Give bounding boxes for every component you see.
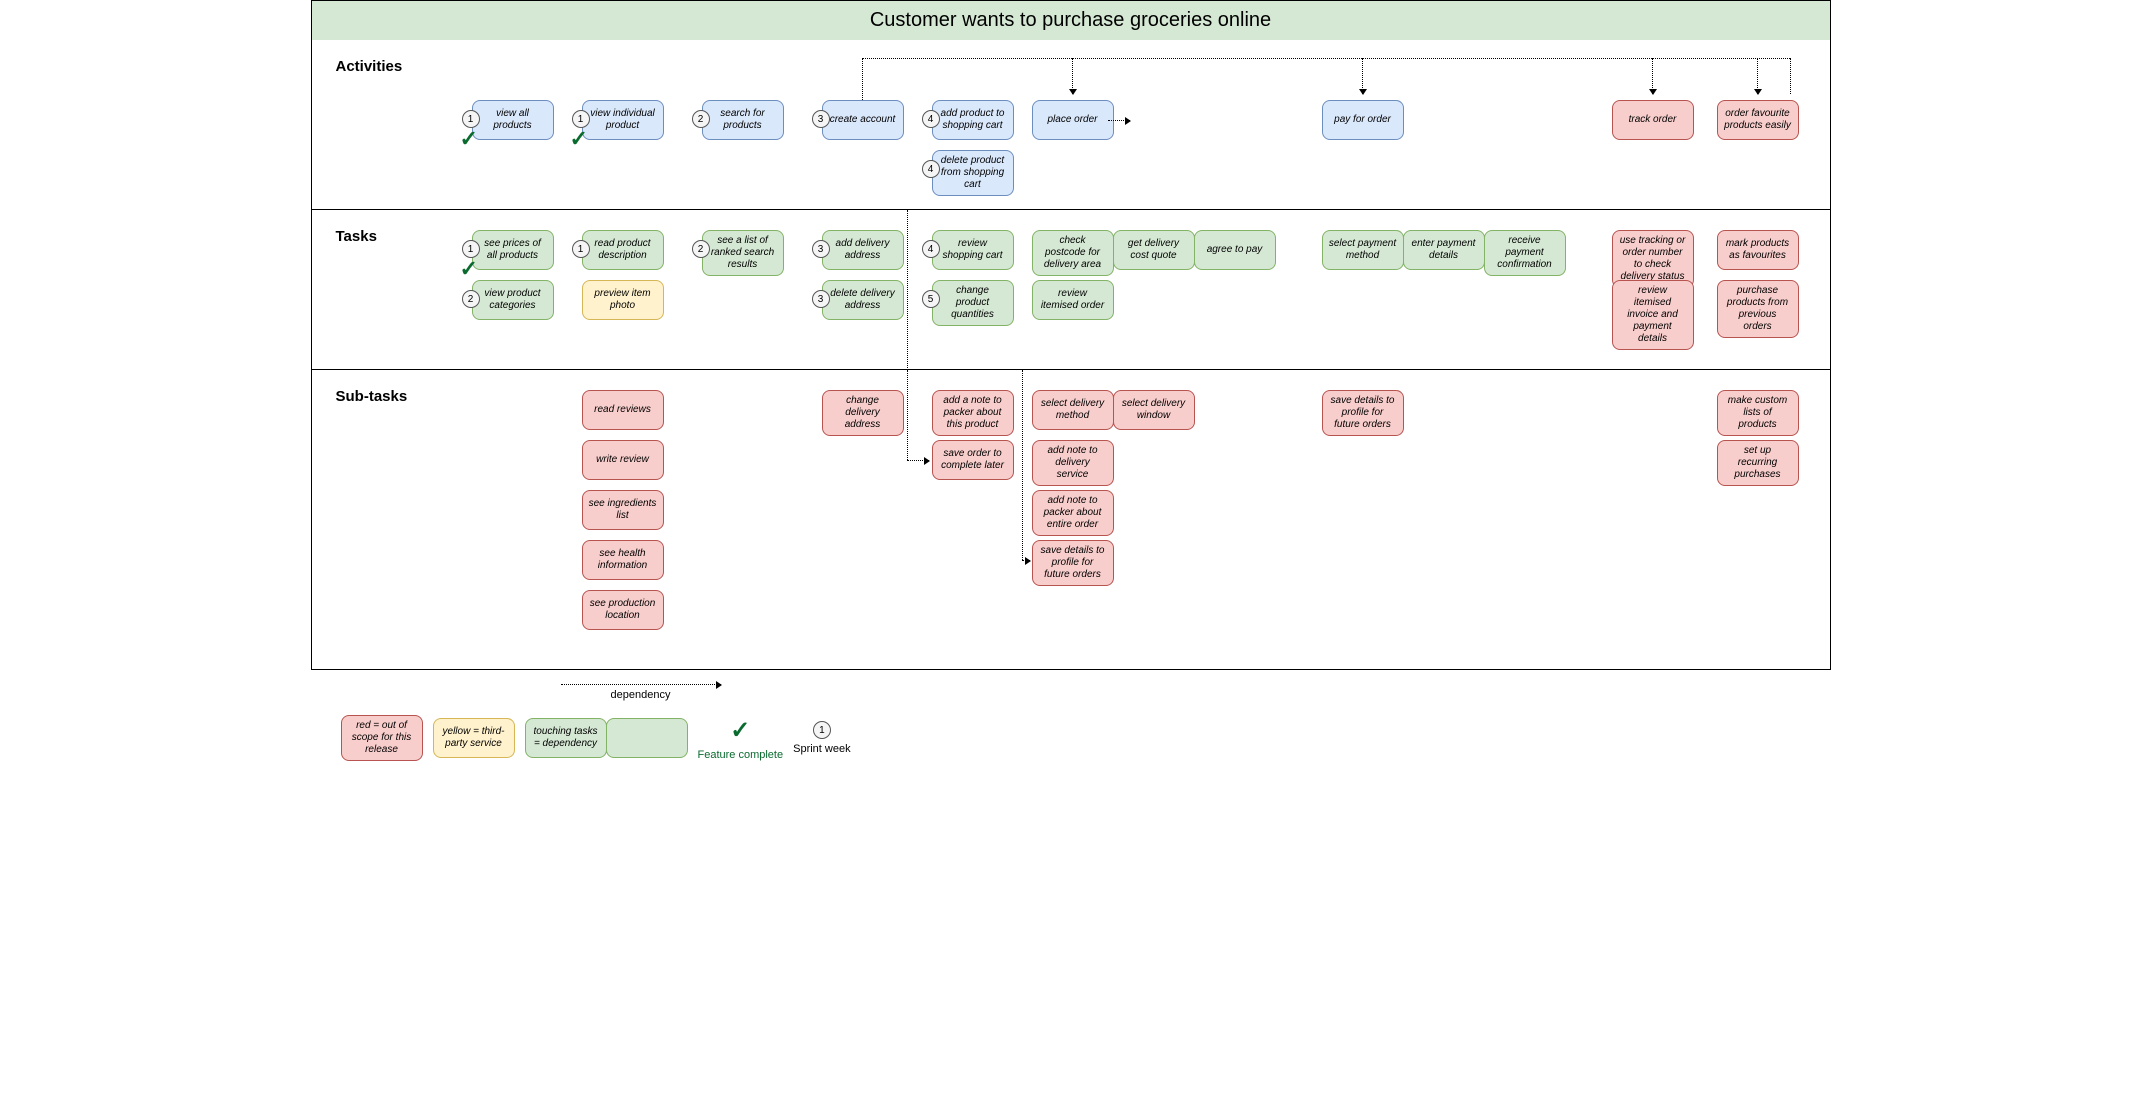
dep-arrow: [1108, 120, 1130, 121]
activities-label: Activities: [312, 40, 432, 209]
subtask-card[interactable]: save order to complete later: [932, 440, 1014, 480]
task-card[interactable]: delete delivery address: [822, 280, 904, 320]
map-title: Customer wants to purchase groceries onl…: [311, 0, 1831, 40]
sprint-badge: 4: [922, 240, 940, 258]
legend-sprint-week: 1 Sprint week: [793, 721, 850, 755]
tasks-body: see prices of all products 1 ✓ view prod…: [432, 210, 1830, 369]
subtask-card[interactable]: write review: [582, 440, 664, 480]
task-card[interactable]: check postcode for delivery area: [1032, 230, 1114, 276]
legend-yellow: yellow = third-party service: [433, 718, 515, 758]
tasks-label: Tasks: [312, 210, 432, 369]
check-icon: ✓: [570, 126, 588, 152]
subtask-card[interactable]: make custom lists of products: [1717, 390, 1799, 436]
legend-dependency-arrow: [561, 684, 721, 685]
dep-line: [907, 370, 908, 460]
sprint-badge: 2: [462, 290, 480, 308]
task-card[interactable]: receive payment confirmation: [1484, 230, 1566, 276]
task-card[interactable]: select payment method: [1322, 230, 1404, 270]
dep-line: [907, 210, 908, 370]
sprint-badge: 5: [922, 290, 940, 308]
legend-touching: touching tasks = dependency: [525, 718, 688, 758]
activity-card[interactable]: create account: [822, 100, 904, 140]
task-card[interactable]: enter payment details: [1403, 230, 1485, 270]
story-map-canvas: Customer wants to purchase groceries onl…: [311, 0, 1831, 791]
dep-arrow: [1022, 560, 1030, 561]
dep-arrow: [907, 460, 929, 461]
subtask-card[interactable]: set up recurring purchases: [1717, 440, 1799, 486]
task-card[interactable]: change product quantities: [932, 280, 1014, 326]
task-card[interactable]: get delivery cost quote: [1113, 230, 1195, 270]
subtask-card[interactable]: add a note to packer about this product: [932, 390, 1014, 436]
subtasks-body: read reviews write review see ingredient…: [432, 370, 1830, 669]
task-card[interactable]: review shopping cart: [932, 230, 1014, 270]
dep-arrow: [1072, 58, 1073, 94]
subtask-card[interactable]: select delivery window: [1113, 390, 1195, 430]
legend-dep-row: dependency: [311, 670, 1831, 705]
activity-card[interactable]: delete product from shopping cart: [932, 150, 1014, 196]
sprint-badge: 1: [572, 240, 590, 258]
task-card[interactable]: preview item photo: [582, 280, 664, 320]
task-card[interactable]: read product description: [582, 230, 664, 270]
activities-row: Activities view all products 1 ✓ view in…: [311, 40, 1831, 210]
task-card[interactable]: review itemised order: [1032, 280, 1114, 320]
subtask-card[interactable]: read reviews: [582, 390, 664, 430]
task-card[interactable]: mark products as favourites: [1717, 230, 1799, 270]
activity-card[interactable]: place order: [1032, 100, 1114, 140]
task-card[interactable]: agree to pay: [1194, 230, 1276, 270]
subtasks-label: Sub-tasks: [312, 370, 432, 669]
task-card[interactable]: purchase products from previous orders: [1717, 280, 1799, 338]
dep-line: [862, 58, 863, 100]
activity-card[interactable]: order favourite products easily: [1717, 100, 1799, 140]
sprint-badge: 4: [922, 110, 940, 128]
subtask-card[interactable]: see health information: [582, 540, 664, 580]
activity-card[interactable]: add product to shopping cart: [932, 100, 1014, 140]
subtask-card[interactable]: see production location: [582, 590, 664, 630]
check-icon: ✓: [460, 256, 478, 282]
sprint-badge: 2: [692, 110, 710, 128]
dep-arrow: [1362, 58, 1363, 94]
legend-red: red = out of scope for this release: [341, 715, 423, 761]
sprint-badge: 3: [812, 240, 830, 258]
dep-line: [1022, 370, 1023, 560]
check-icon: ✓: [460, 126, 478, 152]
subtasks-row: Sub-tasks read reviews write review see …: [311, 370, 1831, 670]
task-card[interactable]: see a list of ranked search results: [702, 230, 784, 276]
subtask-card[interactable]: select delivery method: [1032, 390, 1114, 430]
dep-arrow: [1757, 58, 1758, 94]
activity-card[interactable]: pay for order: [1322, 100, 1404, 140]
sprint-badge: 3: [812, 110, 830, 128]
subtask-card[interactable]: change delivery address: [822, 390, 904, 436]
subtask-card[interactable]: save details to profile for future order…: [1322, 390, 1404, 436]
task-card[interactable]: review itemised invoice and payment deta…: [1612, 280, 1694, 350]
dep-arrow: [1652, 58, 1653, 94]
subtask-card[interactable]: see ingredients list: [582, 490, 664, 530]
sprint-badge: 2: [692, 240, 710, 258]
task-card[interactable]: add delivery address: [822, 230, 904, 270]
legend-feature-complete: ✓ Feature complete: [698, 716, 784, 761]
task-card[interactable]: see prices of all products: [472, 230, 554, 270]
sprint-badge: 1: [813, 721, 831, 739]
sprint-badge: 3: [812, 290, 830, 308]
activities-body: view all products 1 ✓ view individual pr…: [432, 40, 1830, 209]
tasks-row: Tasks see prices of all products 1 ✓ vie…: [311, 210, 1831, 370]
activity-card[interactable]: view individual product: [582, 100, 664, 140]
activity-card[interactable]: track order: [1612, 100, 1694, 140]
dep-line: [862, 58, 1790, 59]
subtask-card[interactable]: add note to packer about entire order: [1032, 490, 1114, 536]
task-card[interactable]: view product categories: [472, 280, 554, 320]
subtask-card[interactable]: save details to profile for future order…: [1032, 540, 1114, 586]
subtask-card[interactable]: add note to delivery service: [1032, 440, 1114, 486]
dep-line: [1790, 58, 1791, 94]
activity-card[interactable]: search for products: [702, 100, 784, 140]
legend-dependency-label: dependency: [611, 689, 671, 701]
check-icon: ✓: [730, 716, 750, 745]
sprint-badge: 4: [922, 160, 940, 178]
legend: red = out of scope for this release yell…: [311, 705, 1831, 791]
activity-card[interactable]: view all products: [472, 100, 554, 140]
